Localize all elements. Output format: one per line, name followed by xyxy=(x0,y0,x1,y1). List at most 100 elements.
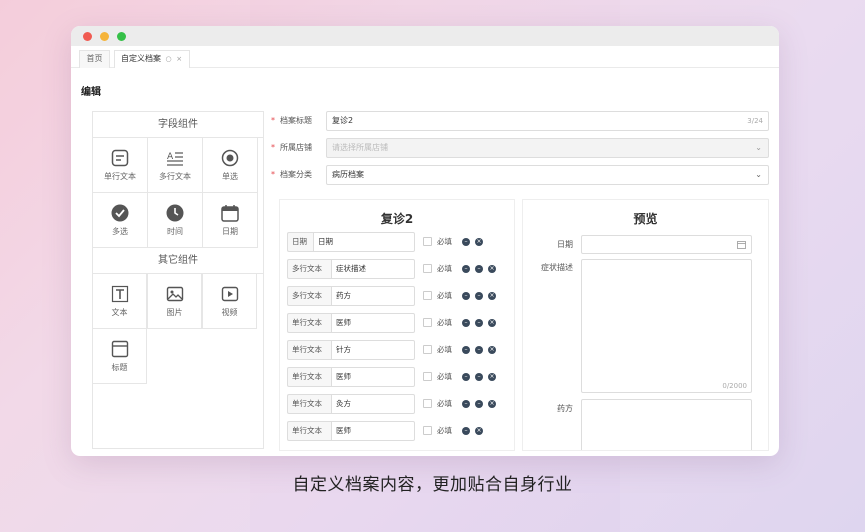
required-checkbox[interactable] xyxy=(423,426,432,435)
field-row[interactable]: 单行文本 医师 必填 – × xyxy=(287,421,511,441)
archive-title-label-text: 档案标题 xyxy=(280,116,312,125)
store-row: * 所属店铺 请选择所属店铺 ⌄ xyxy=(271,138,769,158)
required-checkbox[interactable] xyxy=(423,345,432,354)
field-name-input[interactable]: 医师 xyxy=(331,367,415,387)
required-label: 必填 xyxy=(437,372,452,381)
close-window-button[interactable] xyxy=(83,32,92,41)
component-label: 时间 xyxy=(167,226,183,236)
required-checkbox[interactable] xyxy=(423,399,432,408)
field-name-input[interactable]: 灸方 xyxy=(331,394,415,414)
move-up-icon[interactable]: – xyxy=(462,319,470,327)
field-name-input[interactable]: 医师 xyxy=(331,421,415,441)
field-row[interactable]: 多行文本 症状描述 必填 – – × xyxy=(287,259,511,279)
required-label: 必填 xyxy=(437,426,452,435)
delete-icon[interactable]: × xyxy=(475,427,483,435)
move-down-icon[interactable]: – xyxy=(475,373,483,381)
category-select[interactable]: 病历档案 ⌄ xyxy=(326,165,769,185)
field-row[interactable]: 日期 日期 必填 – × xyxy=(287,232,511,252)
move-down-icon[interactable]: – xyxy=(475,346,483,354)
component-label: 视频 xyxy=(221,307,238,317)
move-up-icon[interactable]: – xyxy=(462,346,470,354)
component-text[interactable]: 文本 xyxy=(92,274,147,329)
store-label-text: 所属店铺 xyxy=(280,143,312,152)
maximize-window-button[interactable] xyxy=(117,32,126,41)
move-up-icon[interactable]: – xyxy=(462,373,470,381)
required-checkbox[interactable] xyxy=(423,291,432,300)
close-tab-icon[interactable]: × xyxy=(176,55,182,63)
required-checkbox[interactable] xyxy=(423,264,432,273)
field-name-input[interactable]: 药方 xyxy=(331,286,415,306)
delete-icon[interactable]: × xyxy=(488,292,496,300)
refresh-icon[interactable]: ○ xyxy=(166,55,172,63)
field-row[interactable]: 单行文本 医师 必填 – – × xyxy=(287,313,511,333)
minimize-window-button[interactable] xyxy=(100,32,109,41)
component-multi-line-text[interactable]: A 多行文本 xyxy=(148,138,203,193)
preview-title: 预览 xyxy=(633,212,658,226)
preview-prescription-textarea[interactable] xyxy=(581,399,752,450)
component-title[interactable]: 标题 xyxy=(92,329,147,384)
field-name-input[interactable]: 症状描述 xyxy=(331,259,415,279)
component-image[interactable]: 图片 xyxy=(147,274,202,329)
component-time[interactable]: 时间 xyxy=(148,193,203,248)
component-checkbox[interactable]: 多选 xyxy=(93,193,148,248)
component-date[interactable]: 日期 xyxy=(203,193,258,248)
field-components-grid: 单行文本 A 多行文本 单选 多选 时间 日期 xyxy=(93,138,263,248)
video-icon xyxy=(221,286,238,301)
component-label: 图片 xyxy=(166,307,183,317)
title-bar xyxy=(71,26,779,46)
other-components-grid: 文本 图片 视频 标题 xyxy=(92,274,263,384)
preview-symptom-label: 症状描述 xyxy=(541,263,573,272)
tab-home[interactable]: 首页 xyxy=(79,50,110,68)
required-checkbox[interactable] xyxy=(423,237,432,246)
field-type-tag: 日期 xyxy=(287,232,313,252)
component-label: 多选 xyxy=(112,226,128,236)
component-video[interactable]: 视频 xyxy=(202,274,257,329)
delete-icon[interactable]: × xyxy=(488,319,496,327)
component-radio[interactable]: 单选 xyxy=(203,138,258,193)
store-select[interactable]: 请选择所属店铺 ⌄ xyxy=(326,138,769,158)
other-components-heading: 其它组件 xyxy=(93,248,263,274)
delete-icon[interactable]: × xyxy=(488,373,496,381)
category-label-text: 档案分类 xyxy=(280,170,312,179)
preview-symptom-textarea[interactable]: 0/2000 xyxy=(581,259,752,393)
delete-icon[interactable]: × xyxy=(475,238,483,246)
category-value: 病历档案 xyxy=(332,170,364,179)
field-row[interactable]: 多行文本 药方 必填 – – × xyxy=(287,286,511,306)
move-up-icon[interactable]: – xyxy=(462,400,470,408)
component-label: 单选 xyxy=(222,171,238,181)
delete-icon[interactable]: × xyxy=(488,265,496,273)
field-name-input[interactable]: 针方 xyxy=(331,340,415,360)
char-count: 0/2000 xyxy=(722,382,747,390)
move-down-icon[interactable]: – xyxy=(475,265,483,273)
multi-line-text-icon: A xyxy=(167,152,183,166)
move-icon[interactable]: – xyxy=(462,427,470,435)
archive-title-row: * 档案标题 复诊2 3/24 xyxy=(271,111,769,131)
required-label: 必填 xyxy=(437,264,452,273)
preview-date-input[interactable] xyxy=(581,235,752,254)
delete-icon[interactable]: × xyxy=(488,346,496,354)
required-mark: * xyxy=(271,170,275,179)
required-checkbox[interactable] xyxy=(423,318,432,327)
move-down-icon[interactable]: – xyxy=(475,319,483,327)
tab-custom-archive[interactable]: 自定义档案 ○ × xyxy=(114,50,190,68)
preview-date-label: 日期 xyxy=(557,240,573,249)
move-up-icon[interactable]: – xyxy=(462,292,470,300)
field-row[interactable]: 单行文本 针方 必填 – – × xyxy=(287,340,511,360)
image-icon xyxy=(166,286,183,301)
archive-title-input[interactable]: 复诊2 3/24 xyxy=(326,111,769,131)
delete-icon[interactable]: × xyxy=(488,400,496,408)
field-name-input[interactable]: 日期 xyxy=(313,232,415,252)
field-row[interactable]: 单行文本 医师 必填 – – × xyxy=(287,367,511,387)
field-components-heading: 字段组件 xyxy=(93,112,263,138)
editor-title: 复诊2 xyxy=(380,212,414,226)
field-row[interactable]: 单行文本 灸方 必填 – – × xyxy=(287,394,511,414)
component-single-line-text[interactable]: 单行文本 xyxy=(93,138,148,193)
archive-title-value: 复诊2 xyxy=(332,116,354,125)
move-up-icon[interactable]: – xyxy=(462,265,470,273)
move-down-icon[interactable]: – xyxy=(475,292,483,300)
field-name-input[interactable]: 医师 xyxy=(331,313,415,333)
required-checkbox[interactable] xyxy=(423,372,432,381)
preview-panel: 预览 日期 症状描述 0/2000 药方 xyxy=(522,199,769,451)
move-icon[interactable]: – xyxy=(462,238,470,246)
move-down-icon[interactable]: – xyxy=(475,400,483,408)
